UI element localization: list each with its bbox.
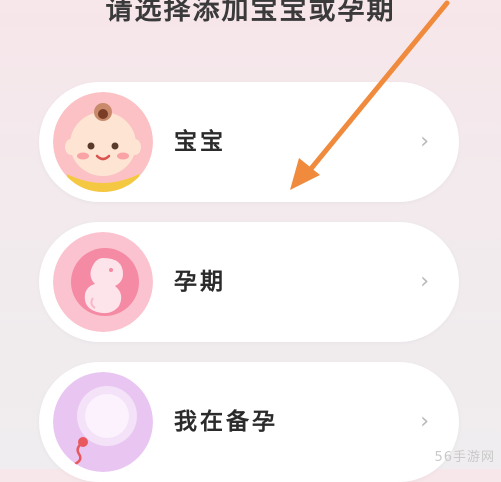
chevron-right-icon: › xyxy=(420,129,429,154)
watermark: 56手游网 xyxy=(434,450,495,465)
option-preparing-label: 我在备孕 xyxy=(174,409,278,435)
chevron-right-icon: › xyxy=(420,269,429,294)
page-title: 请选择添加宝宝或孕期 xyxy=(105,0,396,26)
option-preparing[interactable]: 我在备孕 › xyxy=(39,362,459,482)
fetus-icon xyxy=(53,232,153,332)
sperm-egg-icon xyxy=(53,372,153,472)
chevron-right-icon: › xyxy=(420,409,429,434)
option-baby-label: 宝宝 xyxy=(174,129,226,155)
baby-face-icon xyxy=(53,92,153,192)
option-pregnancy-label: 孕期 xyxy=(174,269,226,295)
option-baby[interactable]: 宝宝 › xyxy=(39,82,459,202)
option-pregnancy[interactable]: 孕期 › xyxy=(39,222,459,342)
